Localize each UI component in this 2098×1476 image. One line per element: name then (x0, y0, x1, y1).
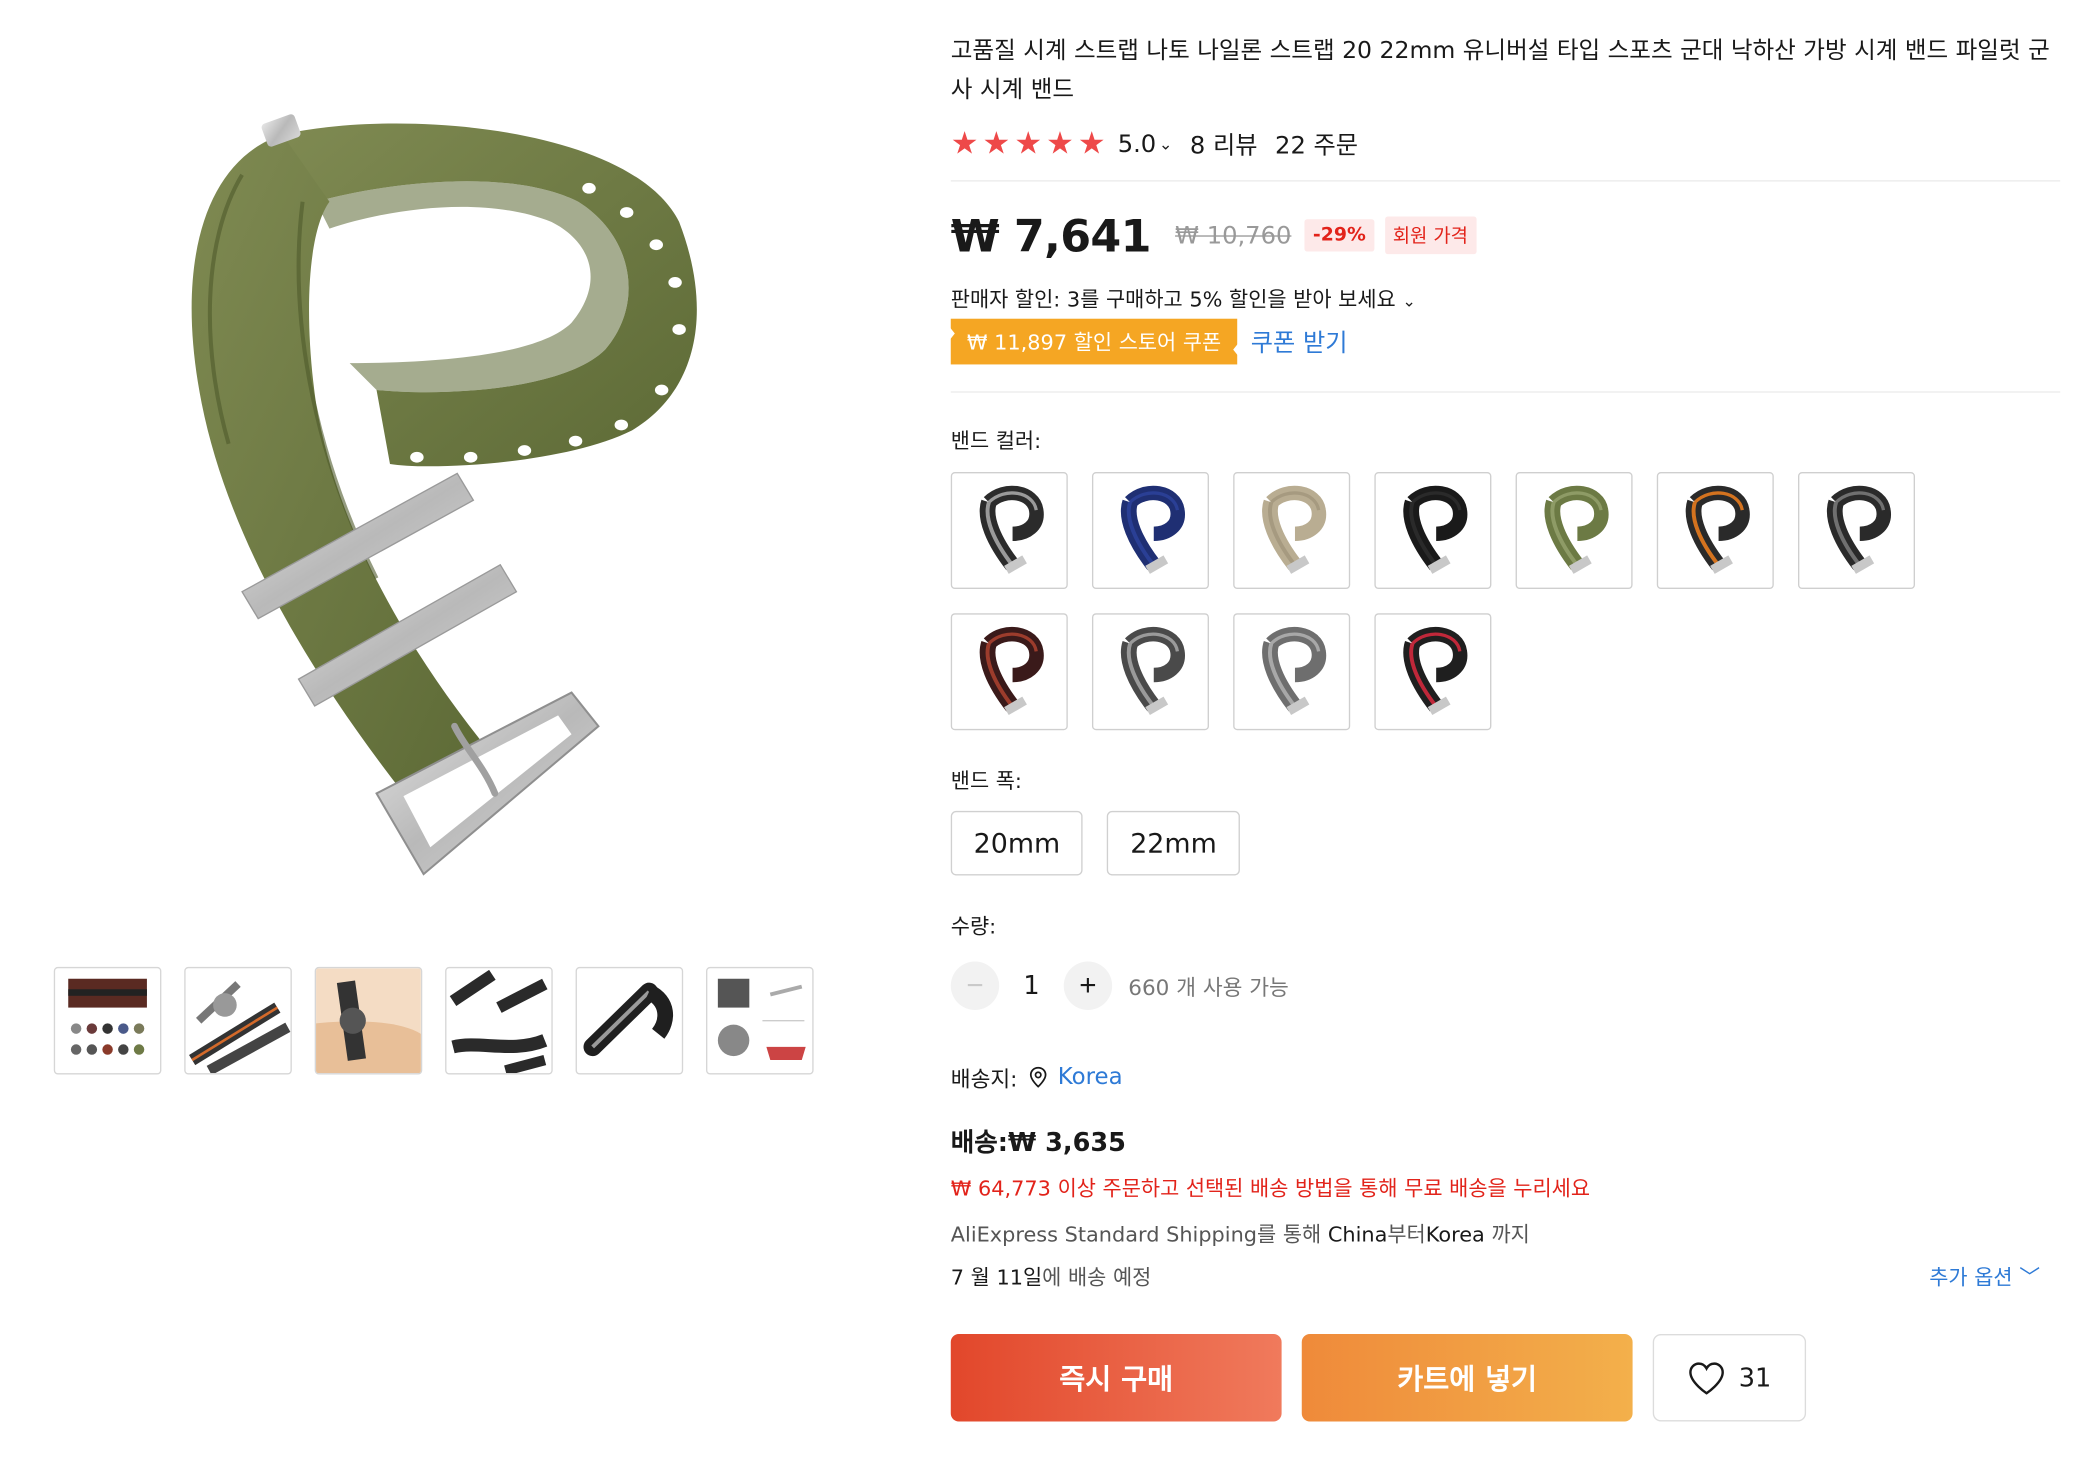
product-page: 고품질 시계 스트랩 나토 나일론 스트랩 20 22mm 유니버설 타입 스포… (0, 0, 2098, 1476)
color-swatch[interactable] (1515, 472, 1633, 590)
strap-swatch-image (1262, 485, 1327, 574)
star-icon: ★ (1077, 125, 1106, 161)
review-count-link[interactable]: 8 리뷰 (1190, 126, 1258, 161)
color-swatch[interactable] (950, 472, 1068, 590)
more-shipping-options-link[interactable]: 추가 옵션 ﹀ (1929, 1261, 2040, 1291)
purchase-actions: 즉시 구매 카트에 넣기 31 (950, 1334, 2060, 1422)
ship-from: China (1327, 1222, 1388, 1247)
color-swatch-grid (950, 472, 2060, 731)
member-price-badge: 회원 가격 (1384, 216, 1477, 255)
color-swatch[interactable] (1091, 472, 1209, 590)
star-icon: ★ (1014, 125, 1043, 161)
width-option-label: 밴드 폭: (950, 769, 1022, 794)
strap-illustration (191, 114, 697, 876)
quantity-value[interactable]: 1 (999, 971, 1064, 1001)
width-option-22mm[interactable]: 22mm (1107, 810, 1240, 876)
stock-available: 660 개 사용 가능 (1128, 974, 1289, 1001)
strap-swatch-image (979, 626, 1044, 716)
store-coupon-badge: ₩ 11,897 할인 스토어 쿠폰 (949, 318, 1239, 365)
product-gallery (0, 0, 894, 1103)
add-to-cart-button[interactable]: 카트에 넣기 (1301, 1334, 1633, 1422)
star-icon: ★ (950, 125, 979, 161)
color-swatch[interactable] (1374, 613, 1492, 731)
ship-destination-suffix: 까지 (1484, 1222, 1530, 1247)
star-icon: ★ (1046, 125, 1074, 161)
ship-to-row: 배송지: Korea (951, 1061, 2060, 1093)
discount-badge: -29% (1304, 219, 1374, 252)
location-pin-icon (1029, 1066, 1046, 1088)
thumbnail-image[interactable] (184, 966, 292, 1075)
width-options: 20mm 22mm (950, 810, 2060, 876)
ship-destination: Korea (1425, 1222, 1485, 1247)
strap-swatch-image (1403, 626, 1468, 716)
free-shipping-note: ₩ 64,773 이상 주문하고 선택된 배송 방법을 통해 무료 배송을 누리… (950, 1176, 1591, 1201)
heart-icon (1689, 1361, 1724, 1394)
shipping-fee: 배송:₩ 3,635 (950, 1128, 1126, 1158)
seller-discount[interactable]: 판매자 할인: 3를 구매하고 5% 할인을 받아 보세요 ⌄ (951, 284, 2060, 314)
ship-to-country-link[interactable]: Korea (1058, 1064, 1123, 1091)
color-swatch[interactable] (1656, 472, 1774, 590)
color-swatch[interactable] (950, 613, 1068, 731)
ship-from-suffix: 부터 (1387, 1222, 1426, 1247)
strap-swatch-image (1826, 485, 1891, 574)
rating-stars: ★ ★ ★ ★ ★ (951, 128, 1106, 159)
rating-value[interactable]: 5.0 (1118, 130, 1157, 158)
thumbnail-image[interactable] (53, 966, 162, 1075)
coupon-row: ₩ 11,897 할인 스토어 쿠폰 쿠폰 받기 (949, 318, 2060, 365)
thumbnail-strip (53, 966, 814, 1075)
price-row: ₩ 7,641 ₩ 10,760 -29% 회원 가격 (951, 203, 2060, 268)
color-swatch[interactable] (1091, 613, 1209, 731)
color-swatch[interactable] (1233, 472, 1351, 590)
width-option-20mm[interactable]: 20mm (950, 810, 1084, 876)
strap-swatch-image (1120, 485, 1185, 574)
seller-discount-text: 판매자 할인: 3를 구매하고 5% 할인을 받아 보세요 (950, 287, 1396, 312)
buy-now-button[interactable]: 즉시 구매 (950, 1334, 1282, 1422)
wishlist-count: 31 (1738, 1362, 1772, 1393)
product-info: 고품질 시계 스트랩 나토 나일론 스트랩 20 22mm 유니버설 타입 스포… (949, 32, 2061, 1422)
color-swatch[interactable] (1233, 613, 1351, 731)
quantity-label: 수량: (950, 914, 997, 939)
delivery-estimate: 7 월 11일에 배송 예정 (951, 1261, 1152, 1291)
strap-swatch-image (1403, 485, 1468, 574)
wishlist-button[interactable]: 31 (1652, 1334, 1807, 1422)
strap-swatch-image (1685, 485, 1750, 574)
order-count: 22 주문 (1275, 131, 1359, 161)
divider (950, 180, 2061, 182)
more-options-label: 추가 옵션 (1929, 1265, 2013, 1290)
increment-button[interactable]: + (1063, 961, 1113, 1010)
color-option-label: 밴드 컬러: (950, 428, 1042, 454)
strap-swatch-image (1120, 626, 1185, 716)
product-title: 고품질 시계 스트랩 나토 나일론 스트랩 20 22mm 유니버설 타입 스포… (950, 37, 2050, 104)
chevron-down-icon[interactable]: ⌄ (1159, 134, 1173, 153)
thumbnail-image[interactable] (314, 966, 423, 1075)
color-swatch[interactable] (1374, 472, 1492, 590)
original-price: ₩ 10,760 (1175, 221, 1292, 250)
chevron-down-icon: ⌄ (1402, 291, 1416, 311)
chevron-down-icon: ﹀ (2019, 1265, 2041, 1290)
thumbnail-image[interactable] (706, 966, 814, 1075)
delivery-date: 7 월 11일 (950, 1265, 1043, 1290)
decrement-button[interactable]: − (950, 961, 1000, 1010)
shipping-method-name: AliExpress Standard Shipping (950, 1222, 1258, 1247)
thumbnail-image[interactable] (445, 966, 553, 1075)
color-swatch[interactable] (1797, 472, 1915, 590)
ship-to-label: 배송지: (950, 1066, 1018, 1092)
main-product-image[interactable] (0, 0, 888, 935)
strap-swatch-image (979, 485, 1044, 574)
get-coupon-link[interactable]: 쿠폰 받기 (1251, 324, 1348, 359)
current-price: ₩ 7,641 (950, 209, 1152, 262)
shipping-method: AliExpress Standard Shipping를 통해 China부터… (951, 1218, 2060, 1248)
star-icon: ★ (982, 125, 1011, 161)
divider (950, 391, 2061, 393)
delivery-estimate-row: 7 월 11일에 배송 예정 추가 옵션 ﹀ (951, 1261, 2040, 1291)
strap-swatch-image (1262, 626, 1327, 716)
shipping-via-text: 를 통해 (1257, 1222, 1328, 1247)
delivery-date-suffix: 에 배송 예정 (1042, 1265, 1152, 1290)
quantity-stepper: − 1 + 660 개 사용 가능 (950, 959, 2060, 1013)
rating-row: ★ ★ ★ ★ ★ 5.0 ⌄ 8 리뷰 22 주문 (951, 124, 2060, 164)
thumbnail-image[interactable] (575, 966, 684, 1075)
strap-swatch-image (1544, 485, 1609, 574)
